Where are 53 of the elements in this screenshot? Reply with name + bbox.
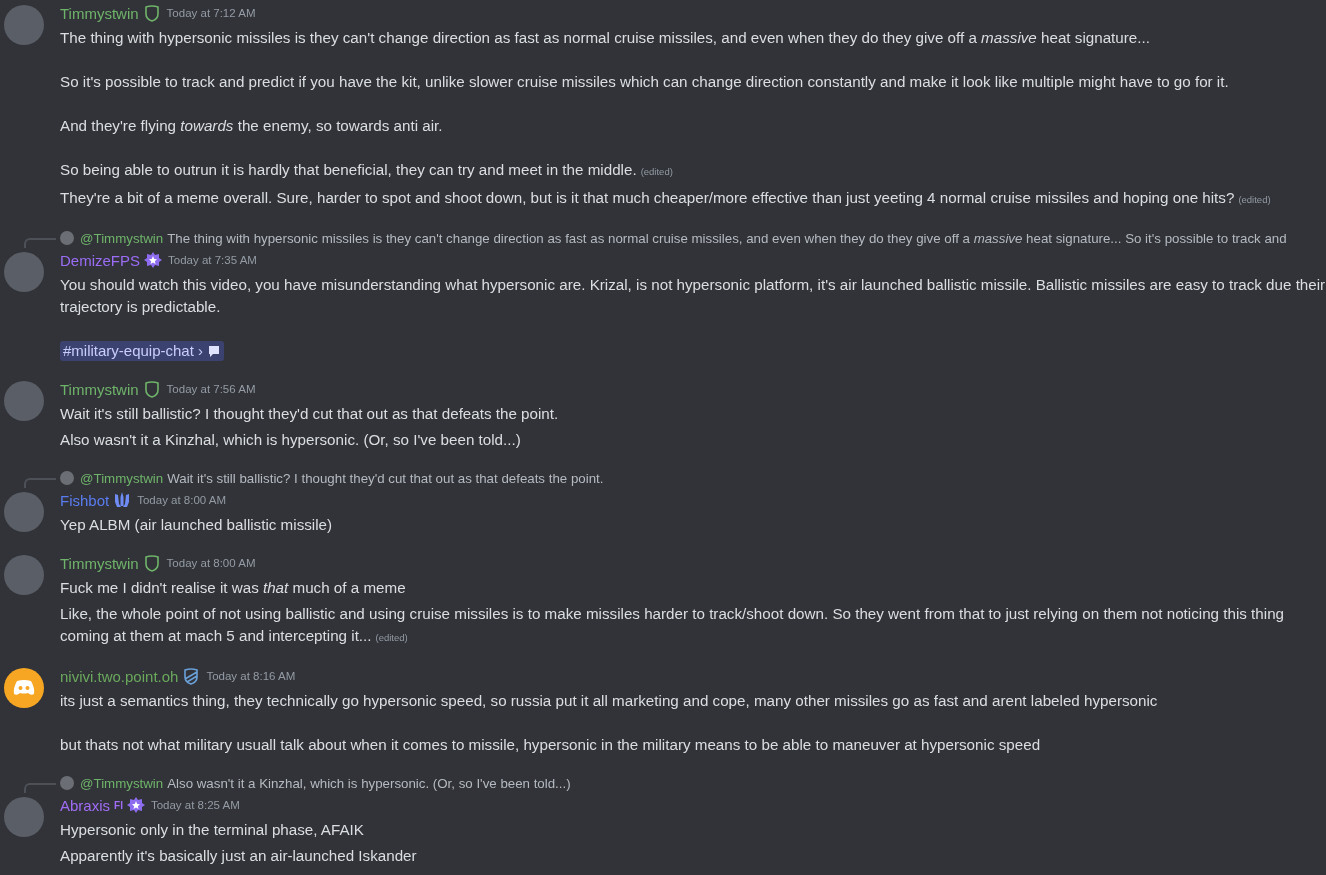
username[interactable]: Timmystwin bbox=[60, 554, 139, 572]
reply-author[interactable]: @Timmystwin bbox=[80, 775, 164, 791]
flower-badge-icon bbox=[126, 796, 145, 814]
avatar bbox=[60, 776, 74, 790]
message-text: Hypersonic only in the terminal phase, AFAIK bbox=[60, 820, 365, 840]
reply-preview[interactable]: Also wasn't it a Kinzhal, which is hypersonic. (Or, so I've been told...) bbox=[167, 775, 571, 791]
chat-bubble-icon bbox=[207, 344, 222, 358]
username[interactable]: DemizeFPS bbox=[60, 251, 141, 269]
controller-icon bbox=[12, 679, 36, 697]
message-text: Fuck me I didn't realise it was that much of a meme bbox=[60, 578, 407, 598]
shield-icon bbox=[182, 667, 201, 685]
reply-preview[interactable]: Wait it's still ballistic? I thought they'd cut that out as that defeats the point. bbox=[167, 470, 604, 486]
avatar[interactable] bbox=[4, 668, 44, 708]
shield-icon bbox=[142, 380, 161, 398]
reply-connector bbox=[24, 478, 56, 488]
timestamp: Today at 8:00 AM bbox=[166, 557, 256, 569]
flower-badge-icon bbox=[144, 251, 163, 269]
message-text: Like, the whole point of not using ballistic and using cruise missiles is to make missiles harder to track/shoot down. So they went from that to just relying on them not noticing this thing coming at them at mach 5 and intercepting it... (edited) bbox=[60, 604, 1286, 646]
username[interactable]: Timmystwin bbox=[60, 380, 139, 398]
message-text: So it's possible to track and predict if you have the kit, unlike slower cruise missiles which can change direction constantly and make it look like multiple might have to go for it. bbox=[60, 72, 1230, 92]
server-tag: FI bbox=[114, 799, 123, 811]
username[interactable]: Fishbot bbox=[60, 491, 110, 509]
message-text: And they're flying towards the enemy, so towards anti air. bbox=[60, 116, 444, 136]
timestamp: Today at 8:25 AM bbox=[150, 799, 240, 811]
timestamp: Today at 7:56 AM bbox=[166, 383, 256, 395]
username[interactable]: Timmystwin bbox=[60, 4, 139, 22]
message-text: but thats not what military usuall talk about when it comes to missile, hypersonic in the military means to be able to maneuver at hypersonic speed bbox=[60, 735, 1042, 755]
reply-author[interactable]: @Timmystwin bbox=[80, 230, 164, 246]
timestamp: Today at 7:35 AM bbox=[168, 254, 257, 266]
message-text: They're a bit of a meme overall. Sure, harder to spot and shoot down, but is it that much cheaper/more effective than just yeeting 4 normal cruise missiles and hoping one hits? (edited) bbox=[60, 188, 1271, 208]
reply-preview[interactable]: The thing with hypersonic missiles is they can't change direction as fast as normal cruise missiles, and even when they do they give off a massive heat signature... So it's possible to track and bbox=[167, 230, 1287, 246]
message-text: You should watch this video, you have misunderstanding what hypersonic are. Krizal, is not hypersonic platform, it's air launched ballistic missile. Ballistic missiles are easy to track due their trajectory is predictable. bbox=[60, 275, 1326, 317]
timestamp: Today at 7:12 AM bbox=[166, 7, 256, 19]
timestamp: Today at 8:16 AM bbox=[206, 670, 296, 682]
username[interactable]: Abraxis bbox=[60, 796, 111, 814]
message-text: Apparently it's basically just an air-launched Iskander bbox=[60, 846, 417, 866]
reply-author[interactable]: @Timmystwin bbox=[80, 470, 164, 486]
timestamp: Today at 8:00 AM bbox=[137, 494, 227, 506]
shield-icon bbox=[142, 554, 161, 572]
message-text: The thing with hypersonic missiles is they can't change direction as fast as normal cruise missiles, and even when they do they give off a massive heat signature... bbox=[60, 28, 1151, 48]
message-text: Wait it's still ballistic? I thought they'd cut that out as that defeats the point. bbox=[60, 404, 559, 424]
shield-icon bbox=[142, 4, 161, 22]
message-text: Also wasn't it a Kinzhal, which is hypersonic. (Or, so I've been told...) bbox=[60, 430, 522, 450]
message-text: its just a semantics thing, they technically go hypersonic speed, so russia put it all marketing and cope, many other missiles go as fast and arent labeled hypersonic bbox=[60, 691, 1158, 711]
trident-icon bbox=[113, 491, 132, 509]
reply-connector bbox=[24, 238, 56, 248]
reply-connector bbox=[24, 783, 56, 793]
message-text: So being able to outrun it is hardly that beneficial, they can try and meet in the middle. (edited) bbox=[60, 160, 674, 180]
message-text: Yep ALBM (air launched ballistic missile) bbox=[60, 515, 333, 535]
avatar bbox=[60, 231, 74, 245]
avatar bbox=[60, 471, 74, 485]
channel-link[interactable]: #military-equip-chat › bbox=[60, 341, 225, 361]
username[interactable]: nivivi.two.point.oh bbox=[60, 667, 179, 685]
